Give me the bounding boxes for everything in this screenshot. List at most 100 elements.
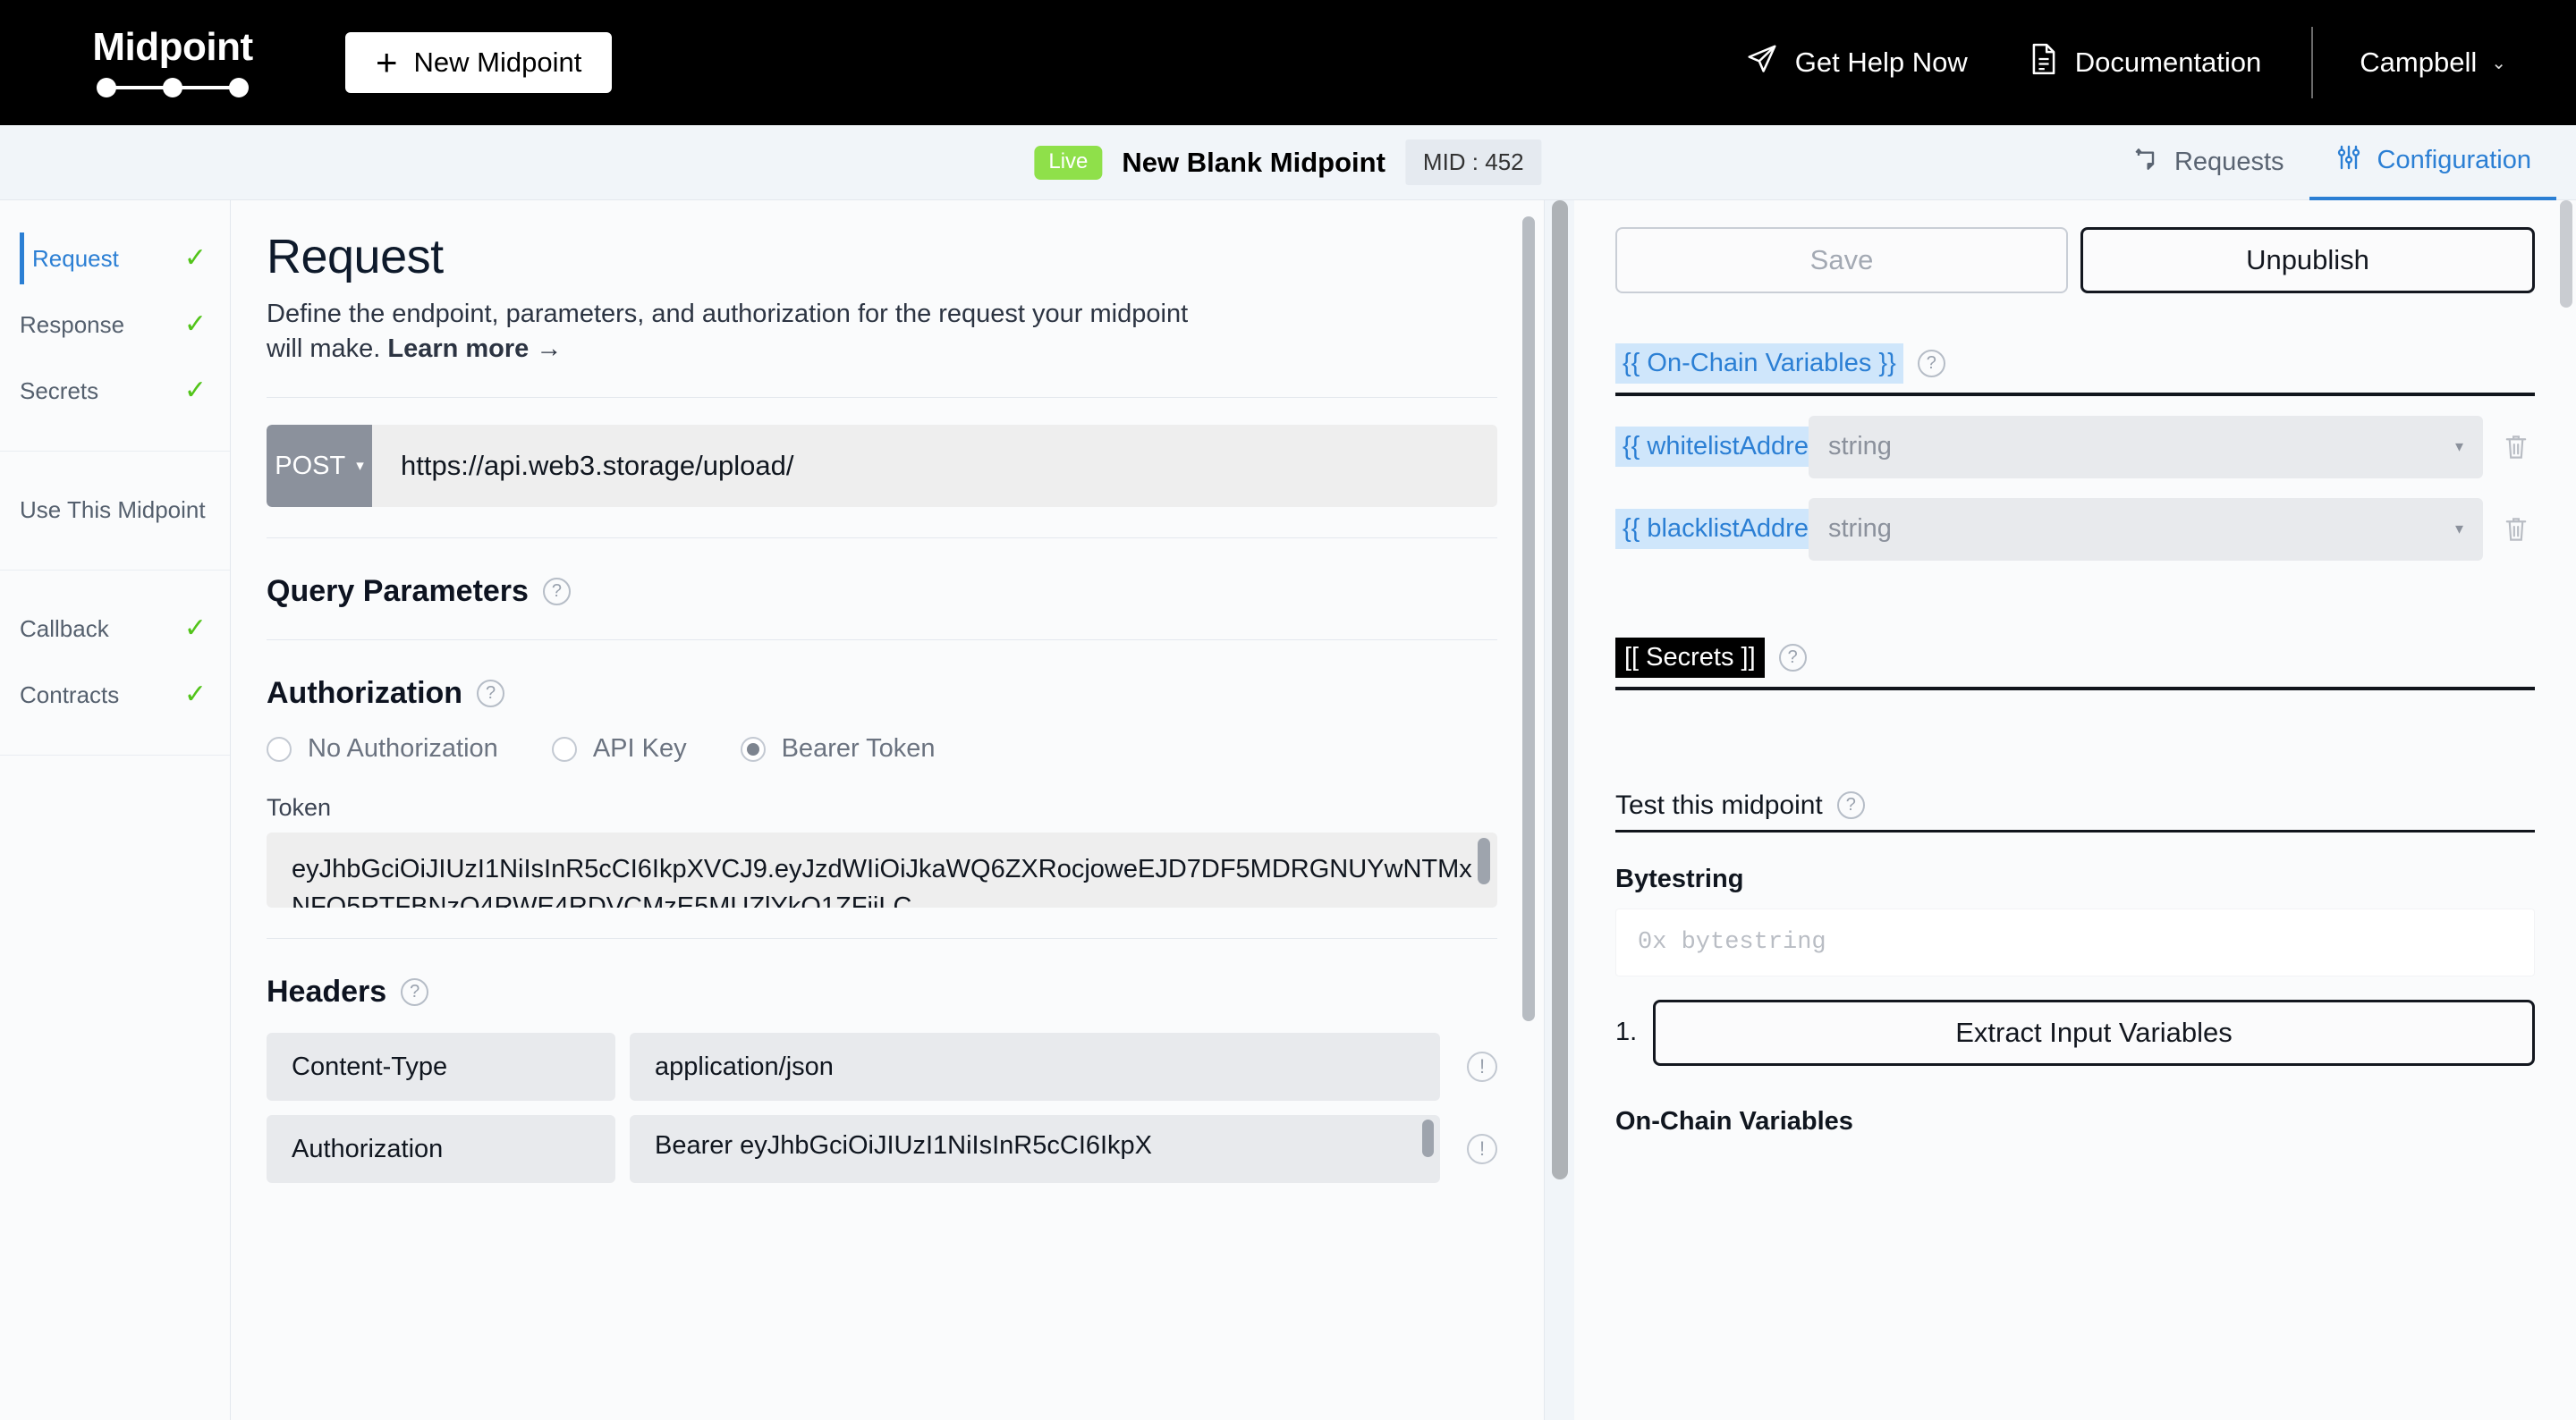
section-rule <box>1615 829 2535 833</box>
sidebar-item-callback[interactable]: Callback ✓ <box>0 596 230 662</box>
table-row: Authorization Bearer eyJhbGciOiJIUzI1NiI… <box>267 1115 1497 1184</box>
chevron-down-icon: ⌄ <box>2491 53 2506 73</box>
variable-name: {{ whitelistAddress }} <box>1615 427 1867 468</box>
center-panel-scrollbar[interactable] <box>1522 216 1535 1021</box>
token-scrollbar[interactable] <box>1478 838 1490 885</box>
radio-label: No Authorization <box>308 734 498 764</box>
onchain-variables-footer-label: On-Chain Variables <box>1615 1106 1853 1136</box>
check-icon: ✓ <box>183 613 207 643</box>
warning-icon[interactable]: ! <box>1467 1052 1497 1083</box>
header-value-text: application/json <box>655 1052 834 1081</box>
divider <box>267 938 1497 940</box>
radio-label: Bearer Token <box>781 734 936 764</box>
user-menu[interactable]: Campbell ⌄ <box>2333 46 2515 79</box>
radio-bearer-token[interactable]: Bearer Token <box>740 734 936 764</box>
extract-input-variables-button[interactable]: Extract Input Variables <box>1653 999 2535 1066</box>
new-midpoint-button[interactable]: + New Midpoint <box>345 32 613 93</box>
get-help-now-link[interactable]: Get Help Now <box>1715 42 1998 83</box>
help-icon[interactable]: ? <box>477 680 505 708</box>
help-icon[interactable]: ? <box>1778 643 1807 672</box>
page-description: Define the endpoint, parameters, and aut… <box>267 297 1224 367</box>
bytestring-label: Bytestring <box>1615 864 1744 893</box>
header-value-scrollbar[interactable] <box>1422 1120 1434 1158</box>
radio-no-authorization[interactable]: No Authorization <box>267 734 498 764</box>
app-logo[interactable]: Midpoint <box>0 28 345 97</box>
table-row: Content-Type application/json ! <box>267 1033 1497 1102</box>
right-panel: Save Unpublish {{ On-Chain Variables }} … <box>1574 200 2576 1420</box>
delete-variable-button[interactable] <box>2497 515 2535 544</box>
page-title: Request <box>267 230 444 283</box>
header-value-text: Bearer eyJhbGciOiJIUzI1NiIsInR5cCI6IkpX <box>655 1131 1153 1161</box>
sidebar-item-response[interactable]: Response ✓ <box>0 292 230 358</box>
test-midpoint-title: Test this midpoint <box>1615 790 1823 820</box>
top-navigation-bar: Midpoint + New Midpoint Get Help Now Doc… <box>0 0 2576 125</box>
token-input[interactable]: eyJhbGciOiJIUzI1NiIsInR5cCI6IkpXVCJ9.eyJ… <box>267 833 1497 909</box>
authorization-radio-group: No Authorization API Key Bearer Token <box>267 734 1497 764</box>
radio-api-key[interactable]: API Key <box>551 734 687 764</box>
plus-icon: + <box>376 41 398 83</box>
secrets-token: [[ Secrets ]] <box>1615 637 1765 678</box>
check-icon: ✓ <box>183 680 207 709</box>
sidebar-item-request[interactable]: Request ✓ <box>0 225 230 292</box>
http-method-dropdown[interactable]: POST ▾ <box>267 425 372 508</box>
header-value-input[interactable]: Bearer eyJhbGciOiJIUzI1NiIsInR5cCI6IkpX <box>630 1115 1440 1184</box>
unpublish-button[interactable]: Unpublish <box>2080 227 2535 293</box>
bytestring-input[interactable]: 0x bytestring <box>1615 908 2535 976</box>
right-panel-scrollbar[interactable] <box>2560 200 2572 308</box>
logo-text: Midpoint <box>92 25 253 69</box>
tab-configuration[interactable]: Configuration <box>2309 125 2556 200</box>
left-sidebar: Request ✓ Response ✓ Secrets ✓ Use This … <box>0 200 231 1420</box>
radio-icon <box>267 736 292 762</box>
sidebar-item-secrets[interactable]: Secrets ✓ <box>0 358 230 424</box>
midpoint-identity: Live New Blank Midpoint MID : 452 <box>1034 139 1542 185</box>
action-buttons: Save Unpublish <box>1615 227 2535 293</box>
check-icon: ✓ <box>183 309 207 339</box>
radio-icon <box>551 736 577 762</box>
variable-row-blacklist: {{ blacklistAddress }} string ▾ <box>1615 497 2535 561</box>
save-button[interactable]: Save <box>1615 227 2068 293</box>
chevron-down-icon: ▾ <box>2454 437 2463 456</box>
sidebar-item-use-this-midpoint[interactable]: Use This Midpoint <box>0 477 230 543</box>
header-key-input[interactable]: Authorization <box>267 1115 615 1184</box>
learn-more-link[interactable]: Learn more → <box>387 334 562 363</box>
sidebar-group-config: Request ✓ Response ✓ Secrets ✓ <box>0 200 230 452</box>
tab-requests[interactable]: Requests <box>2106 125 2309 200</box>
delete-variable-button[interactable] <box>2497 433 2535 461</box>
paper-plane-icon <box>1745 42 1779 83</box>
documentation-label: Documentation <box>2074 46 2262 78</box>
divider <box>267 397 1497 399</box>
sidebar-item-label: Callback <box>20 614 109 642</box>
chevron-down-icon: ▾ <box>356 457 364 475</box>
sidebar-group-advanced: Callback ✓ Contracts ✓ <box>0 571 230 756</box>
help-icon[interactable]: ? <box>1836 791 1865 820</box>
divider <box>267 639 1497 641</box>
midpoint-subheader: Live New Blank Midpoint MID : 452 Reques… <box>0 125 2576 200</box>
sidebar-item-label: Use This Midpoint <box>20 495 206 523</box>
sidebar-item-label: Contracts <box>20 680 120 708</box>
help-icon[interactable]: ? <box>1917 349 1945 377</box>
endpoint-url-input[interactable]: https://api.web3.storage/upload/ <box>372 425 1497 508</box>
check-icon: ✓ <box>183 243 207 273</box>
page-scrollbar-thumb[interactable] <box>1552 200 1568 1179</box>
help-icon[interactable]: ? <box>401 978 429 1007</box>
help-icon[interactable]: ? <box>542 578 571 606</box>
variable-type-select[interactable]: string ▾ <box>1809 497 2483 561</box>
documentation-link[interactable]: Documentation <box>1998 42 2292 83</box>
sidebar-group-use: Use This Midpoint <box>0 452 230 571</box>
endpoint-row: POST ▾ https://api.web3.storage/upload/ <box>267 425 1497 508</box>
nav-divider <box>2311 27 2314 98</box>
http-method-label: POST <box>275 451 346 480</box>
onchain-variables-header: {{ On-Chain Variables }} ? <box>1615 343 2535 384</box>
variable-type-select[interactable]: string ▾ <box>1809 415 2483 478</box>
mid-id-chip: MID : 452 <box>1404 139 1542 185</box>
page-scrollbar[interactable] <box>1544 200 1574 1420</box>
warning-icon[interactable]: ! <box>1467 1134 1497 1165</box>
sidebar-item-label: Secrets <box>20 376 99 404</box>
token-label: Token <box>267 794 332 822</box>
check-icon: ✓ <box>183 376 207 405</box>
header-key-input[interactable]: Content-Type <box>267 1033 615 1102</box>
header-value-input[interactable]: application/json <box>630 1033 1440 1102</box>
sidebar-item-contracts[interactable]: Contracts ✓ <box>0 662 230 728</box>
onchain-variables-token: {{ On-Chain Variables }} <box>1615 343 1903 384</box>
user-name-label: Campbell <box>2360 46 2478 78</box>
